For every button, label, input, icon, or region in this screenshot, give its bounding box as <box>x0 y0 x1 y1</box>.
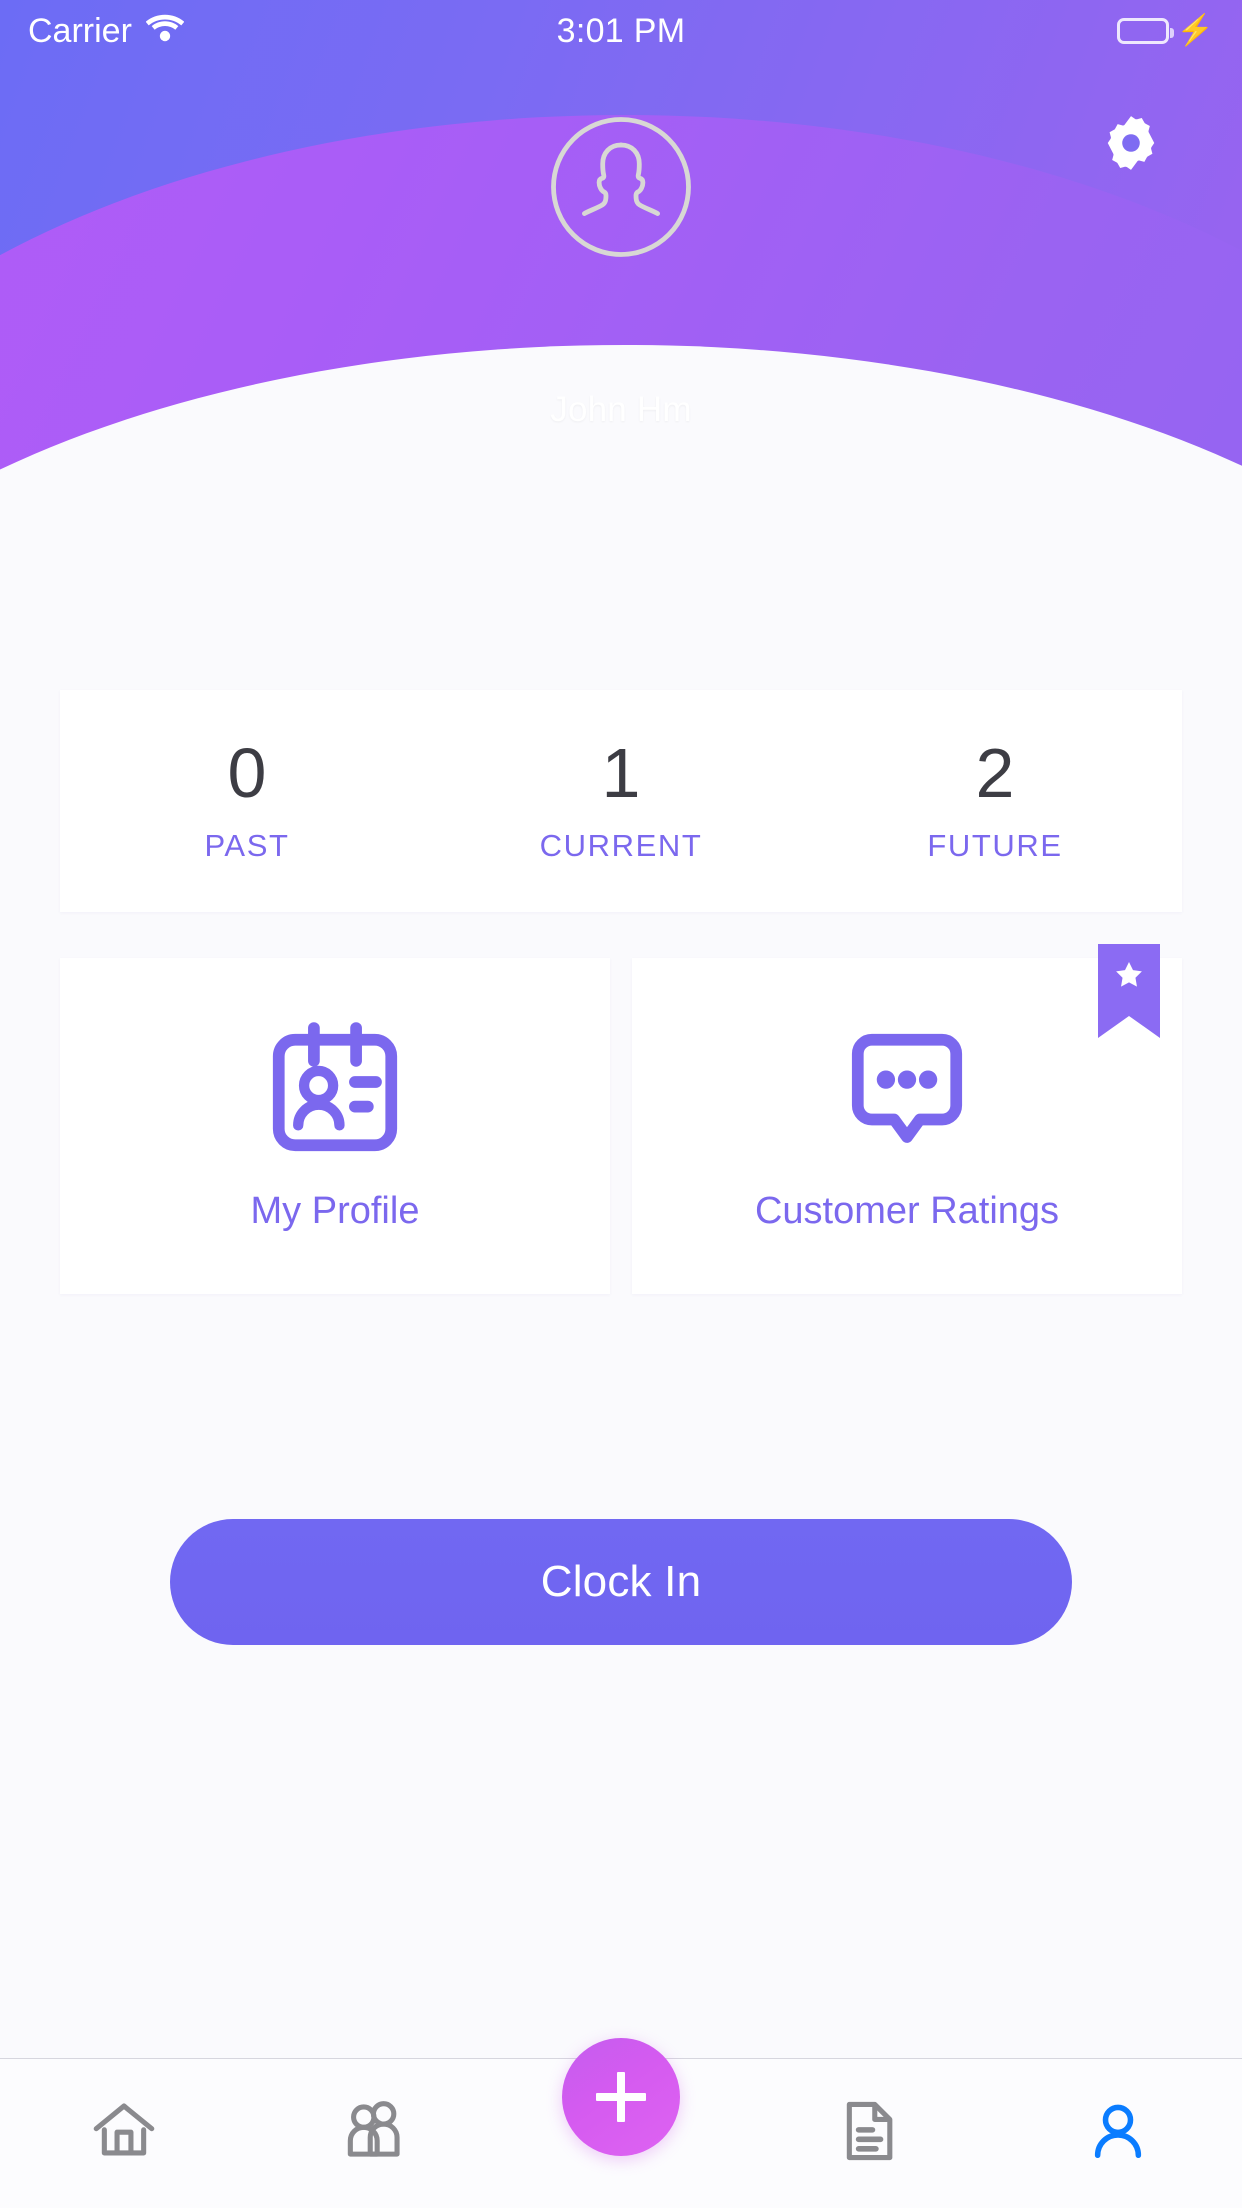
home-icon <box>87 2094 161 2173</box>
user-name: John Hm <box>550 390 692 429</box>
customer-ratings-card[interactable]: Customer Ratings <box>632 944 1182 1294</box>
status-bar-clock: 3:01 PM <box>556 11 686 50</box>
stat-past[interactable]: 0 PAST <box>60 738 434 864</box>
tab-people[interactable] <box>248 2059 496 2208</box>
id-badge-icon <box>260 1014 410 1164</box>
feature-card-row: My Profile Customer Ratings <box>60 944 1182 1294</box>
person-icon <box>1081 2094 1155 2173</box>
feature-card-label: Customer Ratings <box>754 1189 1060 1232</box>
clock-in-button[interactable]: Clock In <box>170 1519 1072 1645</box>
stat-current[interactable]: 1 CURRENT <box>434 738 808 864</box>
people-icon <box>336 2094 410 2173</box>
avatar[interactable] <box>546 112 696 262</box>
document-icon <box>832 2094 906 2173</box>
app-screen: Carrier 3:01 PM ⚡ John Hm 0 PAST 1 CURRE… <box>0 0 1242 2208</box>
feature-card-label: My Profile <box>250 1189 420 1232</box>
status-bar: Carrier 3:01 PM ⚡ <box>0 0 1242 62</box>
tab-documents[interactable] <box>745 2059 993 2208</box>
my-profile-card[interactable]: My Profile <box>60 958 610 1294</box>
stat-label: PAST <box>204 828 290 863</box>
chat-bubble-icon <box>832 1014 982 1164</box>
battery-icon <box>1116 18 1174 44</box>
tab-profile[interactable] <box>994 2059 1242 2208</box>
stat-value: 0 <box>227 734 267 812</box>
stat-future[interactable]: 2 FUTURE <box>808 738 1182 864</box>
add-button[interactable] <box>562 2038 680 2156</box>
stat-value: 1 <box>601 734 641 812</box>
stat-value: 2 <box>975 734 1015 812</box>
tab-home[interactable] <box>0 2059 248 2208</box>
plus-icon <box>596 2072 646 2122</box>
stat-label: FUTURE <box>927 828 1063 863</box>
settings-button[interactable] <box>1094 108 1168 182</box>
stats-card: 0 PAST 1 CURRENT 2 FUTURE <box>60 690 1182 912</box>
profile-header <box>0 0 1242 600</box>
star-ribbon-icon <box>1098 944 1160 1038</box>
gear-icon <box>1100 112 1162 179</box>
stat-label: CURRENT <box>539 828 703 863</box>
